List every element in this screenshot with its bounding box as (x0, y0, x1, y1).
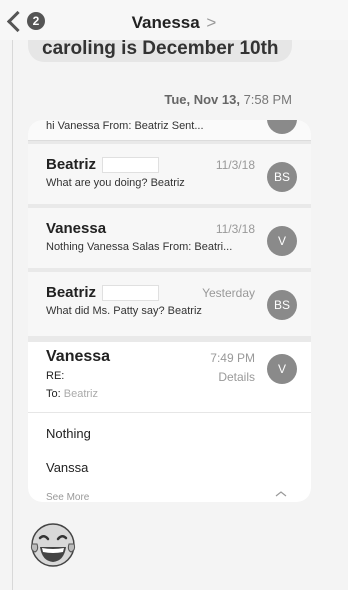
to-label: To: (46, 388, 61, 400)
tears-of-joy-emoji-icon[interactable] (28, 520, 78, 570)
email-body-line: Nothing (46, 426, 91, 441)
avatar: V (267, 354, 297, 384)
email-subject: RE: (46, 370, 65, 382)
reply-arrow-icon (275, 491, 287, 497)
email-date: Yesterday (202, 286, 255, 300)
email-sender: Beatriz (46, 284, 160, 302)
email-sender: Beatriz (46, 156, 160, 174)
avatar: BS (267, 162, 297, 192)
recipient-name: Beatriz (63, 388, 98, 400)
avatar (267, 120, 297, 134)
reply-icon[interactable] (275, 490, 287, 502)
timestamp-date: Tue, Nov 13, (164, 92, 240, 107)
email-date: 11/3/18 (215, 222, 255, 236)
email-sender: Vanessa (46, 348, 111, 365)
email-row[interactable]: Vanessa 11/3/18 Nothing Vanessa Salas Fr… (28, 208, 311, 268)
messages-screen: caroling is December 10th 2 Vanessa > Tu… (0, 0, 348, 590)
details-link[interactable]: Details (218, 370, 255, 384)
email-date: 11/3/18 (215, 158, 255, 172)
email-snippet: What are you doing? Beatriz (46, 177, 185, 189)
email-thread-card[interactable]: hi Vanessa From: Beatriz Sent... Beatriz… (28, 120, 311, 502)
contact-name-title[interactable]: Vanessa > (0, 13, 348, 33)
cutoff-email-row[interactable]: hi Vanessa From: Beatriz Sent... (28, 120, 311, 141)
sender-name: Beatriz (46, 156, 97, 173)
chevron-right-icon: > (206, 13, 217, 32)
contact-name: Vanessa (131, 13, 200, 32)
email-sender: Vanessa (46, 220, 107, 237)
message-timestamp: Tue, Nov 13, 7:58 PM (0, 92, 292, 107)
left-edge-divider (12, 40, 13, 590)
avatar: BS (267, 290, 297, 320)
laughing-face-icon (30, 523, 76, 567)
timestamp-time: 7:58 PM (239, 92, 292, 107)
see-more-link[interactable]: See More (46, 492, 89, 502)
email-row[interactable]: Beatriz Yesterday What did Ms. Patty say… (28, 272, 311, 336)
redaction-box (102, 157, 160, 174)
header-divider (28, 412, 311, 413)
redaction-box (102, 285, 160, 302)
email-signature: Vanssa (46, 460, 89, 475)
email-row[interactable]: Beatriz 11/3/18 What are you doing? Beat… (28, 144, 311, 204)
previous-message-text: caroling is December 10th (42, 38, 279, 59)
email-snippet: What did Ms. Patty say? Beatriz (46, 305, 202, 317)
sender-name: Beatriz (46, 284, 97, 301)
conversation-header: 2 Vanessa > (0, 0, 348, 40)
expanded-email[interactable]: Vanessa 7:49 PM Details RE: To: Beatriz … (28, 342, 311, 502)
avatar: V (267, 226, 297, 256)
email-snippet: Nothing Vanessa Salas From: Beatri... (46, 241, 233, 253)
email-time: 7:49 PM (210, 351, 255, 365)
cutoff-snippet: hi Vanessa From: Beatriz Sent... (46, 120, 204, 132)
email-recipient: To: Beatriz (46, 388, 98, 400)
